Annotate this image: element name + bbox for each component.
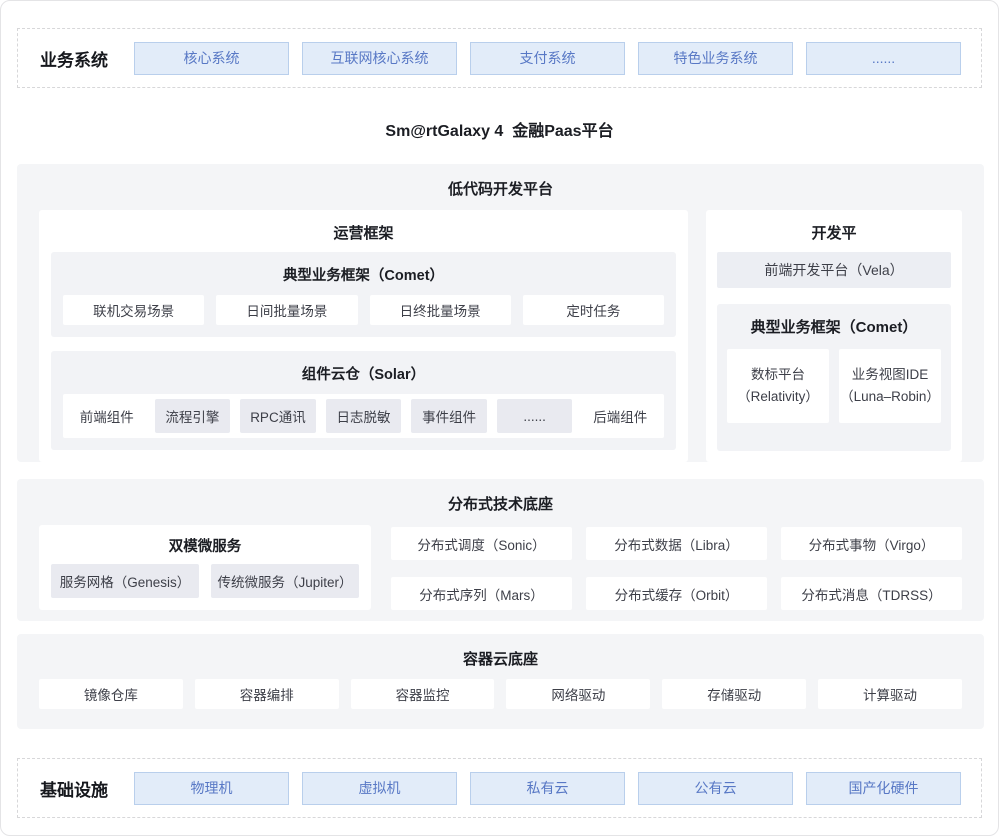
infra-virtual-machine[interactable]: 虚拟机	[302, 772, 457, 805]
component-more[interactable]: ......	[497, 399, 573, 433]
infra-physical-machine[interactable]: 物理机	[134, 772, 289, 805]
component-frontend[interactable]: 前端组件	[69, 406, 145, 426]
data-index-platform-line1: 数标平台	[751, 364, 805, 386]
dual-mode-title: 双模微服务	[51, 525, 359, 564]
low-code-platform-section: 低代码开发平台 运营框架 典型业务框架（Comet） 联机交易场景 日间批量场景…	[17, 164, 984, 462]
container-orchestration[interactable]: 容器编排	[195, 679, 339, 709]
solar-component-title: 组件云仓（Solar）	[63, 358, 664, 394]
distributed-base-title: 分布式技术底座	[17, 479, 984, 514]
low-code-platform-title: 低代码开发平台	[17, 164, 984, 199]
dual-mode-row: 服务网格（Genesis） 传统微服务（Jupiter）	[51, 564, 359, 598]
container-cloud-title: 容器云底座	[17, 634, 984, 669]
distributed-cache-orbit[interactable]: 分布式缓存（Orbit）	[586, 577, 767, 610]
business-systems-buttons: 核心系统 互联网核心系统 支付系统 特色业务系统 ......	[134, 42, 961, 75]
business-system-more[interactable]: ......	[806, 42, 961, 75]
distributed-scheduling-sonic[interactable]: 分布式调度（Sonic）	[391, 527, 572, 560]
infrastructure-box: 基础设施 物理机 虚拟机 私有云 公有云 国产化硬件	[17, 758, 982, 818]
scenario-scheduled-task[interactable]: 定时任务	[523, 295, 664, 325]
platform-title: Sm@rtGalaxy 4 金融Paas平台	[1, 117, 998, 141]
component-log-masking[interactable]: 日志脱敏	[326, 399, 402, 433]
container-cloud-row: 镜像仓库 容器编排 容器监控 网络驱动 存储驱动 计算驱动	[17, 669, 984, 709]
container-monitoring[interactable]: 容器监控	[351, 679, 495, 709]
dev-comet-box: 典型业务框架（Comet） 数标平台 （Relativity） 业务视图IDE …	[717, 304, 951, 451]
component-backend[interactable]: 后端组件	[582, 406, 658, 426]
business-systems-box: 业务系统 核心系统 互联网核心系统 支付系统 特色业务系统 ......	[17, 28, 982, 88]
operation-framework-card: 运营框架 典型业务框架（Comet） 联机交易场景 日间批量场景 日终批量场景 …	[39, 210, 688, 462]
distributed-content: 双模微服务 服务网格（Genesis） 传统微服务（Jupiter） 分布式调度…	[17, 514, 984, 610]
component-rpc[interactable]: RPC通讯	[240, 399, 316, 433]
distributed-data-libra[interactable]: 分布式数据（Libra）	[586, 527, 767, 560]
low-code-content: 运营框架 典型业务框架（Comet） 联机交易场景 日间批量场景 日终批量场景 …	[17, 199, 984, 462]
business-view-ide-line2: （Luna–Robin）	[840, 386, 940, 408]
business-systems-label: 业务系统	[40, 46, 108, 71]
component-process-engine[interactable]: 流程引擎	[155, 399, 231, 433]
operation-framework-title: 运营框架	[51, 210, 676, 252]
infrastructure-label: 基础设施	[40, 776, 108, 801]
network-driver[interactable]: 网络驱动	[506, 679, 650, 709]
distributed-transaction-virgo[interactable]: 分布式事物（Virgo）	[781, 527, 962, 560]
infra-domestic-hardware[interactable]: 国产化硬件	[806, 772, 961, 805]
business-view-ide-luna-robin[interactable]: 业务视图IDE （Luna–Robin）	[839, 349, 941, 423]
component-event[interactable]: 事件组件	[411, 399, 487, 433]
comet-framework-box: 典型业务框架（Comet） 联机交易场景 日间批量场景 日终批量场景 定时任务	[51, 252, 676, 337]
comet-framework-title: 典型业务框架（Comet）	[63, 259, 664, 295]
architecture-diagram: 业务系统 核心系统 互联网核心系统 支付系统 特色业务系统 ...... Sm@…	[0, 0, 999, 836]
business-system-core[interactable]: 核心系统	[134, 42, 289, 75]
dev-comet-title: 典型业务框架（Comet）	[727, 311, 941, 349]
infra-public-cloud[interactable]: 公有云	[638, 772, 793, 805]
infra-private-cloud[interactable]: 私有云	[470, 772, 625, 805]
comet-scenarios-row: 联机交易场景 日间批量场景 日终批量场景 定时任务	[63, 295, 664, 325]
distributed-message-tdrss[interactable]: 分布式消息（TDRSS）	[781, 577, 962, 610]
service-mesh-genesis[interactable]: 服务网格（Genesis）	[51, 564, 199, 598]
compute-driver[interactable]: 计算驱动	[818, 679, 962, 709]
distributed-base-section: 分布式技术底座 双模微服务 服务网格（Genesis） 传统微服务（Jupite…	[17, 479, 984, 621]
solar-component-box: 组件云仓（Solar） 前端组件 流程引擎 RPC通讯 日志脱敏 事件组件 ..…	[51, 351, 676, 450]
scenario-endofday-batch[interactable]: 日终批量场景	[370, 295, 511, 325]
dev-platform-card: 开发平 前端开发平台（Vela） 典型业务框架（Comet） 数标平台 （Rel…	[706, 210, 962, 462]
business-system-special[interactable]: 特色业务系统	[638, 42, 793, 75]
traditional-microservice-jupiter[interactable]: 传统微服务（Jupiter）	[211, 564, 359, 598]
scenario-daytime-batch[interactable]: 日间批量场景	[216, 295, 357, 325]
dev-platform-title: 开发平	[717, 210, 951, 252]
infrastructure-buttons: 物理机 虚拟机 私有云 公有云 国产化硬件	[134, 772, 961, 805]
scenario-online-transaction[interactable]: 联机交易场景	[63, 295, 204, 325]
distributed-sequence-mars[interactable]: 分布式序列（Mars）	[391, 577, 572, 610]
business-system-internet-core[interactable]: 互联网核心系统	[302, 42, 457, 75]
dual-mode-microservice-card: 双模微服务 服务网格（Genesis） 传统微服务（Jupiter）	[39, 525, 371, 610]
frontend-dev-platform-vela[interactable]: 前端开发平台（Vela）	[717, 252, 951, 288]
business-system-payment[interactable]: 支付系统	[470, 42, 625, 75]
storage-driver[interactable]: 存储驱动	[662, 679, 806, 709]
dev-comet-row: 数标平台 （Relativity） 业务视图IDE （Luna–Robin）	[727, 349, 941, 423]
image-registry[interactable]: 镜像仓库	[39, 679, 183, 709]
distributed-services-grid: 分布式调度（Sonic） 分布式数据（Libra） 分布式事物（Virgo） 分…	[391, 525, 962, 610]
data-index-platform-relativity[interactable]: 数标平台 （Relativity）	[727, 349, 829, 423]
container-cloud-section: 容器云底座 镜像仓库 容器编排 容器监控 网络驱动 存储驱动 计算驱动	[17, 634, 984, 729]
data-index-platform-line2: （Relativity）	[737, 386, 819, 408]
solar-components-row: 前端组件 流程引擎 RPC通讯 日志脱敏 事件组件 ...... 后端组件	[63, 394, 664, 438]
business-view-ide-line1: 业务视图IDE	[852, 364, 929, 386]
